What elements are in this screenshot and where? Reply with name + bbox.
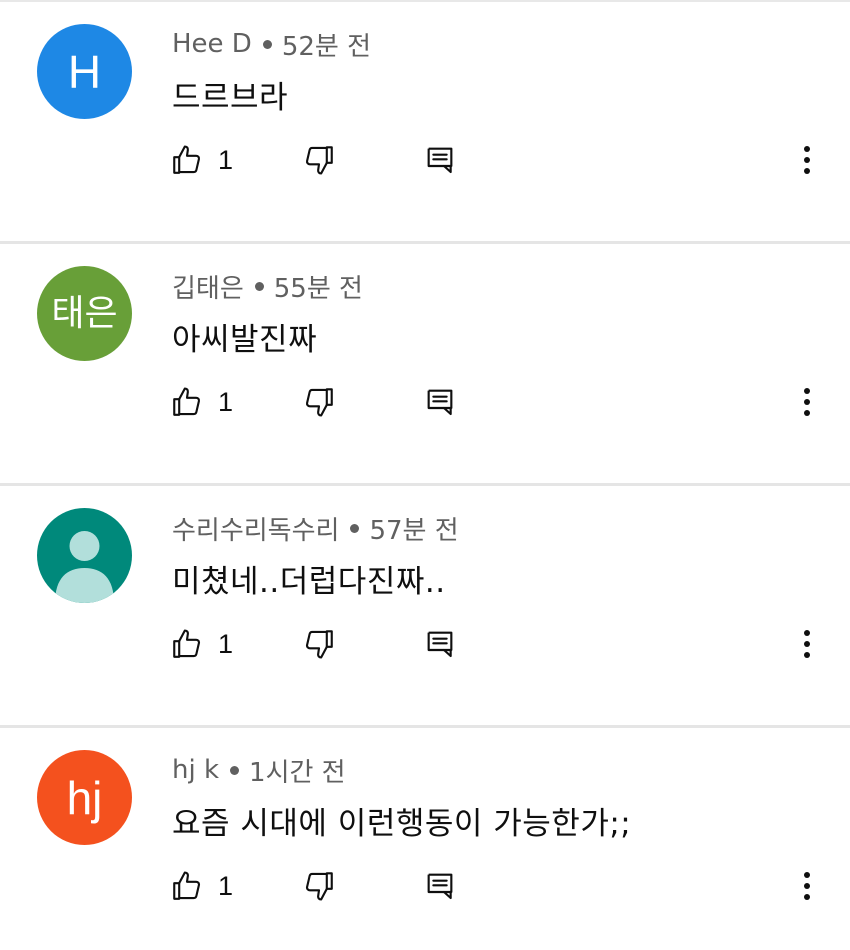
more-options-button[interactable] (794, 140, 820, 180)
more-vertical-icon (803, 871, 811, 901)
comment-meta: 깁태은 55분 전 (172, 268, 363, 304)
comment-time[interactable]: 1시간 전 (249, 752, 346, 789)
comment-meta: hj k 1시간 전 (172, 752, 346, 788)
like-button[interactable]: 1 (170, 624, 233, 664)
separator-dot (350, 523, 360, 533)
thumbs-down-icon (302, 869, 336, 903)
more-options-button[interactable] (794, 382, 820, 422)
thumbs-down-icon (302, 143, 336, 177)
comment-actions: 1 (0, 130, 850, 190)
thumbs-up-icon (170, 627, 204, 661)
like-button[interactable]: 1 (170, 382, 233, 422)
thumbs-up-icon (170, 143, 204, 177)
reply-button[interactable] (424, 624, 456, 664)
dislike-button[interactable] (302, 140, 336, 180)
separator-dot (230, 765, 240, 775)
reply-button[interactable] (424, 382, 456, 422)
comment-actions: 1 (0, 856, 850, 916)
comment-actions: 1 (0, 372, 850, 432)
dislike-button[interactable] (302, 624, 336, 664)
reply-button[interactable] (424, 140, 456, 180)
reply-comment-icon (424, 144, 456, 176)
like-button[interactable]: 1 (170, 140, 233, 180)
dislike-button[interactable] (302, 382, 336, 422)
comment-author[interactable]: 깁태은 (172, 268, 244, 305)
like-count: 1 (218, 386, 234, 417)
more-vertical-icon (803, 387, 811, 417)
reply-comment-icon (424, 628, 456, 660)
comment-text: 요즘 시대에 이런행동이 가능한가;; (172, 806, 632, 842)
like-count: 1 (218, 144, 234, 175)
thumbs-up-icon (170, 385, 204, 419)
comment-author[interactable]: hj k (172, 755, 219, 785)
comment-item: 수리수리독수리 57분 전 미쳤네..더럽다진짜.. 1 (0, 486, 850, 728)
thumbs-up-icon (170, 869, 204, 903)
comment-actions: 1 (0, 614, 850, 674)
more-options-button[interactable] (794, 624, 820, 664)
more-vertical-icon (803, 629, 811, 659)
avatar[interactable] (37, 508, 132, 603)
comment-item: H Hee D 52분 전 드르브라 1 (0, 2, 850, 244)
comment-text: 드르브라 (172, 80, 289, 116)
separator-dot (254, 281, 264, 291)
comment-time[interactable]: 57분 전 (369, 510, 458, 547)
default-person-icon (37, 508, 132, 603)
reply-button[interactable] (424, 866, 456, 906)
like-count: 1 (218, 870, 234, 901)
like-button[interactable]: 1 (170, 866, 233, 906)
avatar-initial: H (67, 45, 102, 98)
reply-comment-icon (424, 870, 456, 902)
thumbs-down-icon (302, 385, 336, 419)
comment-text: 아씨발진짜 (172, 322, 318, 358)
comment-meta: 수리수리독수리 57분 전 (172, 510, 459, 546)
dislike-button[interactable] (302, 866, 336, 906)
comment-author[interactable]: Hee D (172, 29, 252, 59)
comment-time[interactable]: 55분 전 (274, 268, 363, 305)
comment-author[interactable]: 수리수리독수리 (172, 510, 339, 547)
avatar-initial: hj (66, 771, 103, 824)
comment-text: 미쳤네..더럽다진짜.. (172, 564, 446, 600)
comment-meta: Hee D 52분 전 (172, 26, 371, 62)
reply-comment-icon (424, 386, 456, 418)
more-vertical-icon (803, 145, 811, 175)
separator-dot (262, 39, 272, 49)
thumbs-down-icon (302, 627, 336, 661)
comment-item: hj hj k 1시간 전 요즘 시대에 이런행동이 가능한가;; 1 (0, 728, 850, 950)
avatar[interactable]: hj (37, 750, 132, 845)
comment-item: 태은 깁태은 55분 전 아씨발진짜 1 (0, 244, 850, 486)
avatar[interactable]: 태은 (37, 266, 132, 361)
like-count: 1 (218, 628, 234, 659)
more-options-button[interactable] (794, 866, 820, 906)
avatar-initial: 태은 (51, 292, 118, 334)
avatar[interactable]: H (37, 24, 132, 119)
comment-time[interactable]: 52분 전 (282, 26, 371, 63)
